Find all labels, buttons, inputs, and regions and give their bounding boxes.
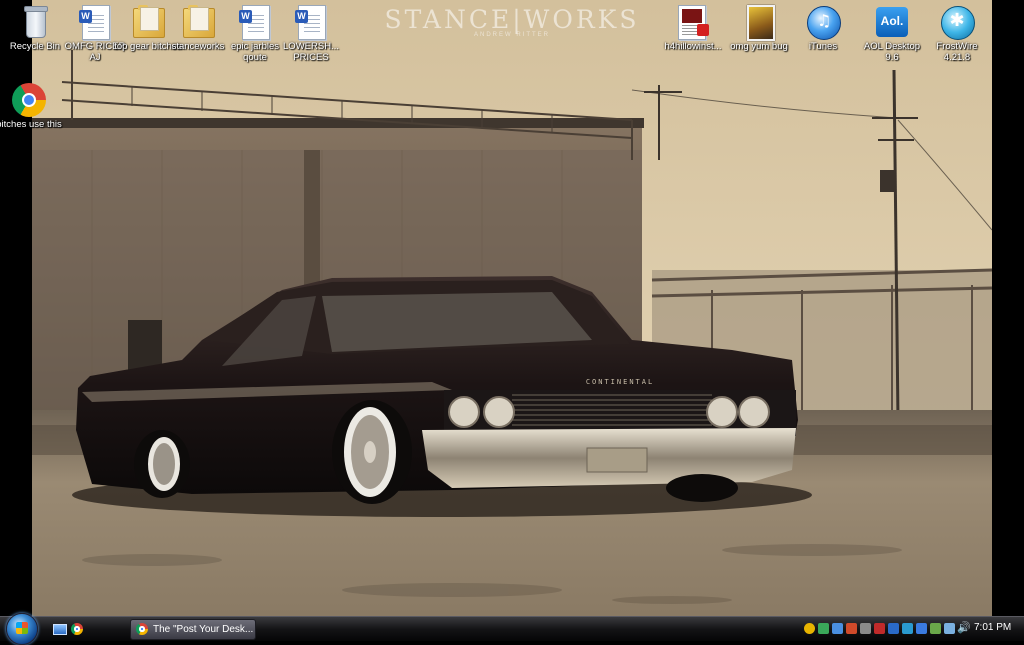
desktop-icon-label: iTunes bbox=[808, 41, 838, 52]
tray-app-icon[interactable] bbox=[916, 623, 927, 634]
watermark-title: STANCE|WORKS bbox=[384, 5, 640, 34]
desktop: CONTINENTAL STANCE|WORKS ANDREW RITTER R… bbox=[0, 0, 1024, 616]
desktop-icon-h4hillowinst[interactable]: h4hillowinst... bbox=[658, 2, 728, 52]
desktop-wallpaper: CONTINENTAL STANCE|WORKS ANDREW RITTER bbox=[32, 0, 992, 616]
warning-icon[interactable] bbox=[804, 623, 815, 634]
desktop-icon-label: FrostWire 4.21.8 bbox=[936, 41, 978, 63]
folder-icon bbox=[130, 4, 166, 40]
tray-app-icon[interactable] bbox=[860, 623, 871, 634]
desktop-icon-itunes[interactable]: ♫ iTunes bbox=[788, 2, 858, 52]
frostwire-icon: ✱ bbox=[939, 4, 975, 40]
tray-app-icon[interactable] bbox=[832, 623, 843, 634]
photo-file-icon bbox=[741, 4, 777, 41]
windows-logo-icon bbox=[16, 622, 28, 634]
volume-icon[interactable]: 🔊 bbox=[957, 623, 971, 634]
desktop-icon-lowersh-prices[interactable]: W LOWERSH... PRICES bbox=[276, 2, 346, 63]
folder-icon bbox=[180, 4, 216, 40]
network-icon[interactable] bbox=[930, 623, 941, 634]
pdf-document-icon bbox=[675, 4, 711, 40]
tray-app-icon[interactable] bbox=[818, 623, 829, 634]
tray-app-icon[interactable] bbox=[902, 623, 913, 634]
chrome-icon bbox=[11, 82, 47, 118]
quicklaunch-chrome-icon[interactable] bbox=[70, 622, 84, 636]
system-tray: 🔊 bbox=[800, 621, 971, 637]
word-document-icon: W bbox=[77, 4, 113, 40]
word-document-icon: W bbox=[293, 4, 329, 40]
desktop-icon-label: h4hillowinst... bbox=[664, 41, 722, 52]
desktop-icon-label: AOL Desktop 9.6 bbox=[863, 41, 921, 63]
recycle-bin-icon bbox=[17, 4, 53, 40]
shield-icon[interactable] bbox=[874, 623, 885, 634]
taskbar-window-title: The "Post Your Desk... bbox=[153, 624, 254, 635]
desktop-icon-label: omg yum bug bbox=[730, 41, 788, 52]
tray-app-icon[interactable] bbox=[888, 623, 899, 634]
show-desktop-icon[interactable] bbox=[52, 622, 67, 636]
network-icon[interactable] bbox=[944, 623, 955, 634]
desktop-icon-chrome[interactable]: bitches use this bbox=[0, 80, 64, 130]
tray-app-icon[interactable] bbox=[846, 623, 857, 634]
taskbar: The "Post Your Desk... 🔊 7:01 PM bbox=[0, 613, 1024, 645]
itunes-icon: ♫ bbox=[805, 4, 841, 40]
clock[interactable]: 7:01 PM bbox=[974, 622, 1011, 633]
wallpaper-scene: CONTINENTAL bbox=[32, 0, 992, 616]
taskbar-window-button[interactable]: The "Post Your Desk... bbox=[130, 619, 256, 640]
desktop-icon-frostwire[interactable]: ✱ FrostWire 4.21.8 bbox=[922, 2, 992, 63]
car-badge: CONTINENTAL bbox=[586, 378, 654, 386]
desktop-icon-label: LOWERSH... PRICES bbox=[283, 41, 339, 63]
desktop-icon-omg-yum-bug[interactable]: omg yum bug bbox=[724, 2, 794, 52]
watermark-subtitle: ANDREW RITTER bbox=[474, 32, 550, 38]
desktop-icon-label: bitches use this bbox=[0, 119, 62, 130]
aol-icon: Aol. bbox=[874, 4, 910, 40]
chrome-icon bbox=[136, 623, 148, 635]
start-button[interactable] bbox=[6, 613, 38, 645]
word-document-icon: W bbox=[237, 4, 273, 40]
desktop-icon-aol-desktop[interactable]: Aol. AOL Desktop 9.6 bbox=[857, 2, 927, 63]
